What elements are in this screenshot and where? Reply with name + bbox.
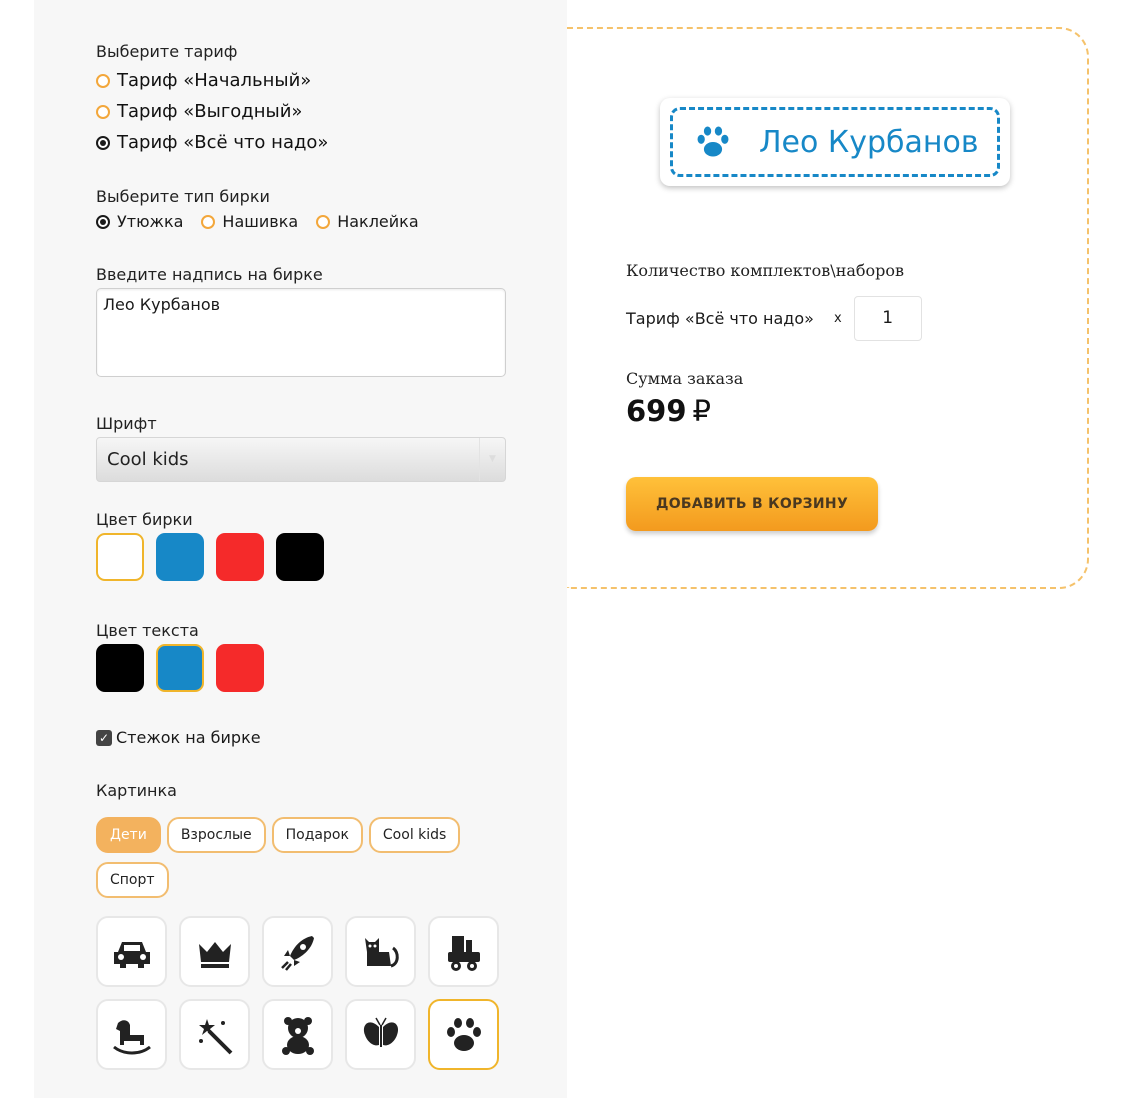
picture-tile-locomotive[interactable] [428,916,499,987]
text-color-label: Цвет текста [96,621,199,640]
picture-tile-car[interactable] [96,916,167,987]
quantity-label: Количество комплектов\наборов [626,261,905,280]
tariff-option-basic[interactable]: Тариф «Начальный» [96,70,311,91]
category-chip-adults[interactable]: Взрослые [166,817,266,853]
picture-categories: Дети Взрослые Подарок Cool kids Спорт [96,817,476,898]
teddy-bear-icon [281,1016,314,1055]
picture-icon-grid [96,916,499,1070]
picture-tile-rocking-horse[interactable] [96,999,167,1070]
inscription-input[interactable]: Лео Курбанов [96,288,506,377]
picture-tile-butterfly[interactable] [345,999,416,1070]
tag-type-label: Выберите тип бирки [96,187,270,206]
radio-button[interactable] [316,214,331,229]
car-icon [113,941,150,968]
tag-preview-text: Лео Курбанов [759,124,979,160]
order-item-label: Тариф «Всё что надо» [626,309,814,328]
paw-icon [697,126,729,157]
font-select-value: Cool kids [107,449,189,470]
category-chip-sport[interactable]: Спорт [96,862,169,898]
crown-icon [198,941,231,968]
inscription-label: Введите надпись на бирке [96,265,323,284]
rocking-horse-icon [112,1019,151,1054]
category-chip-kids[interactable]: Дети [96,817,161,853]
sum-label: Сумма заказа [626,369,744,388]
order-total: 699 ₽ [626,394,711,428]
text-color-red[interactable] [216,644,264,692]
tag-type-options: Утюжка Нашивка Наклейка [96,212,419,231]
tag-preview-border: Лео Курбанов [670,107,1000,177]
radio-button-checked[interactable] [96,214,110,229]
picture-tile-cat[interactable] [345,916,416,987]
chevron-down-icon[interactable]: ▼ [479,438,505,481]
order-total-value: 699 [626,394,687,428]
text-color-blue[interactable] [156,644,204,692]
font-label: Шрифт [96,414,157,433]
paw-icon [446,1017,481,1051]
font-select[interactable]: Cool kids ▼ [96,437,506,482]
tag-preview: Лео Курбанов [660,98,1010,186]
tariff-option-all[interactable]: Тариф «Всё что надо» [96,132,328,153]
tag-color-red[interactable] [216,533,264,581]
rocket-icon [280,935,314,971]
add-to-cart-button[interactable]: ДОБАВИТЬ В КОРЗИНУ [626,477,878,531]
locomotive-icon [447,935,480,971]
tag-color-swatches [96,533,324,581]
radio-button[interactable] [201,214,216,229]
quantity-input[interactable]: 1 [853,296,922,341]
radio-button[interactable] [96,73,110,88]
tag-color-blue[interactable] [156,533,204,581]
tag-color-label: Цвет бирки [96,510,193,529]
picture-label: Картинка [96,781,177,800]
quantity-row: Тариф «Всё что надо» x 1 [626,296,922,341]
category-chip-gift[interactable]: Подарок [271,817,363,853]
picture-tile-crown[interactable] [179,916,250,987]
text-color-swatches [96,644,264,692]
tariff-option-profitable[interactable]: Тариф «Выгодный» [96,101,302,122]
tag-type-sticker[interactable]: Наклейка [316,212,419,231]
picture-tile-teddy-bear[interactable] [262,999,333,1070]
magic-wand-icon [198,1018,232,1054]
tag-type-iron-on[interactable]: Утюжка [96,212,183,231]
picture-tile-paw[interactable] [428,999,499,1070]
radio-button-checked[interactable] [96,135,110,150]
picture-tile-rocket[interactable] [262,916,333,987]
tag-color-black[interactable] [276,533,324,581]
radio-button[interactable] [96,104,110,119]
tariff-label: Выберите тариф [96,42,238,61]
currency-sign: ₽ [692,394,711,428]
checkbox-checked-icon[interactable]: ✓ [96,729,112,746]
stitch-option[interactable]: ✓ Стежок на бирке [96,728,261,747]
picture-tile-magic-wand[interactable] [179,999,250,1070]
text-color-black[interactable] [96,644,144,692]
cat-icon [364,937,399,967]
butterfly-icon [363,1017,398,1047]
tag-type-sew-on[interactable]: Нашивка [201,212,298,231]
category-chip-cool-kids[interactable]: Cool kids [368,817,461,853]
multiply-sign: x [833,311,842,326]
tag-color-white[interactable] [96,533,144,581]
